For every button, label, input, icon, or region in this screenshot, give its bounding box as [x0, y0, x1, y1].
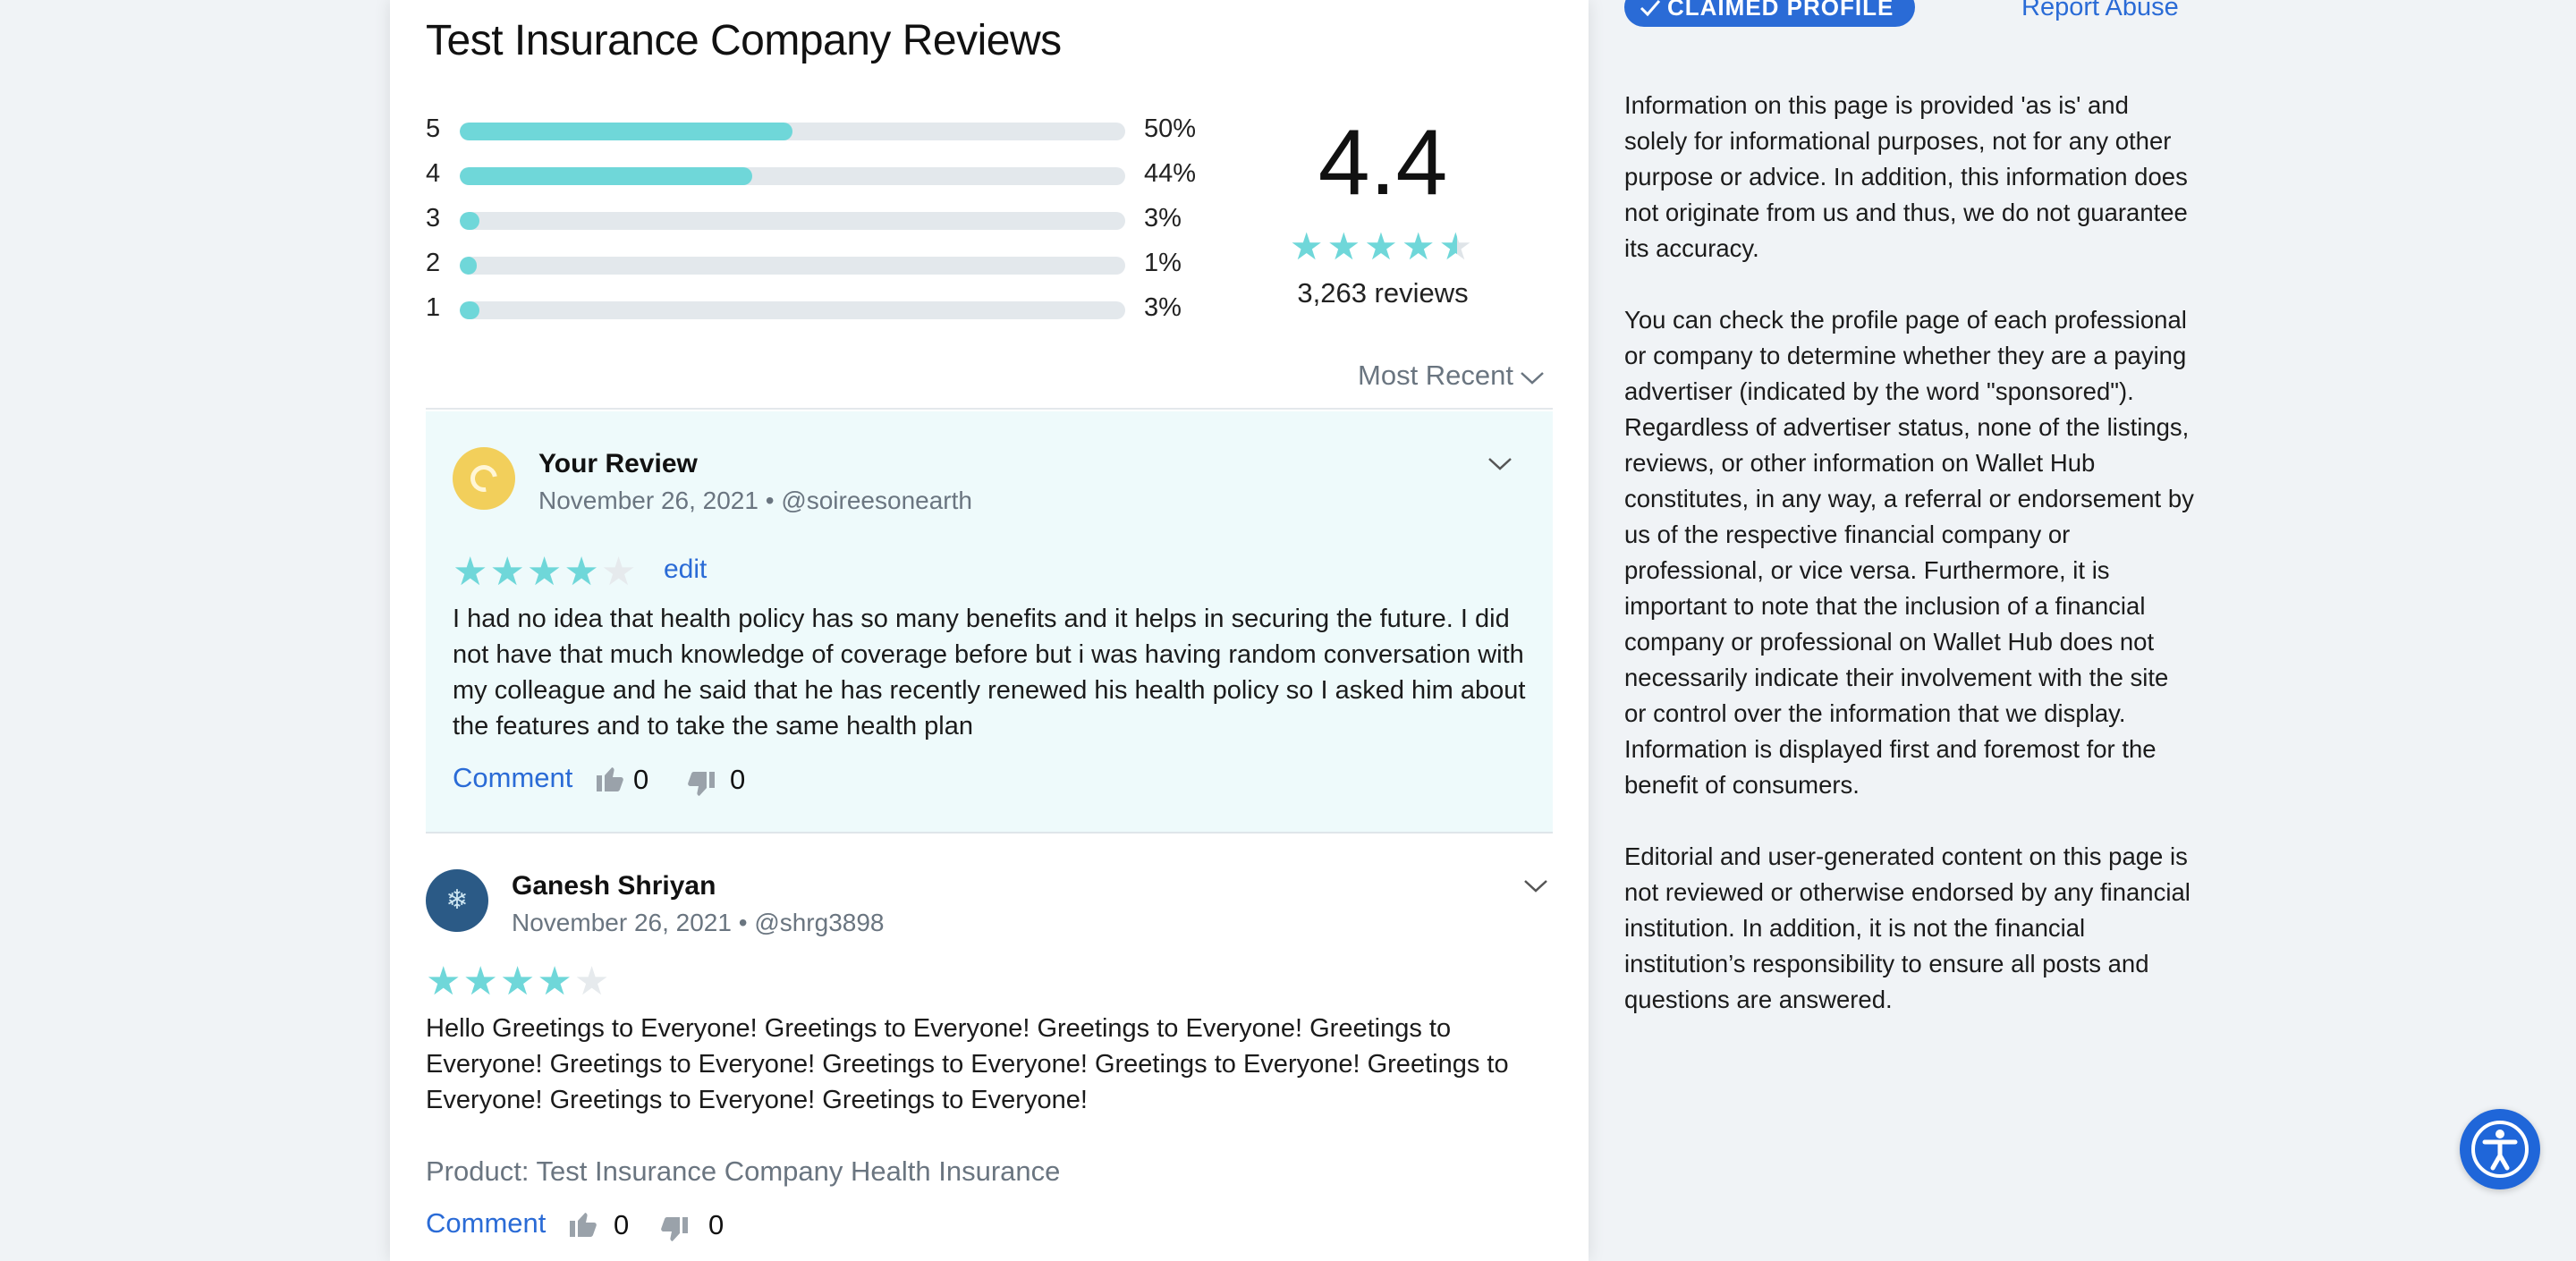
average-rating: 4.4	[1318, 111, 1448, 215]
rating-bar-fill	[460, 123, 792, 140]
thumbs-up-icon[interactable]	[594, 762, 626, 794]
review-product: Product: Test Insurance Company Health I…	[426, 1155, 1061, 1187]
star-icon: ★	[1289, 225, 1327, 267]
star-icon: ★	[462, 960, 500, 1003]
chevron-down-icon[interactable]	[1487, 451, 1513, 478]
rating-bar-percent: 44%	[1144, 159, 1197, 188]
star-icon: ★	[499, 960, 538, 1003]
sort-dropdown[interactable]: Most Recent	[1358, 360, 1546, 394]
chevron-down-icon	[1519, 361, 1546, 394]
divider	[426, 408, 1553, 410]
rating-bar-stars: 5	[426, 114, 441, 143]
likes-count: 0	[633, 764, 649, 795]
star-icon: ★	[573, 960, 612, 1003]
rating-bar-percent: 3%	[1144, 293, 1182, 322]
avatar	[426, 869, 488, 932]
chevron-down-icon[interactable]	[1522, 873, 1549, 900]
star-icon: ★	[564, 550, 601, 594]
rating-bar-track	[460, 167, 1125, 185]
review-date: November 26, 2021	[512, 909, 732, 936]
rating-bar-stars: 1	[426, 293, 441, 322]
rating-bar-track	[460, 257, 1125, 275]
comment-link[interactable]: Comment	[426, 1207, 546, 1239]
review-text: Hello Greetings to Everyone! Greetings t…	[426, 1014, 1509, 1114]
likes-count: 0	[614, 1209, 630, 1240]
accessibility-button[interactable]	[2460, 1109, 2540, 1189]
rating-bar-percent: 50%	[1144, 114, 1197, 143]
star-icon: ★	[537, 960, 574, 1003]
star-icon: ★	[600, 550, 639, 594]
rating-bar-fill	[460, 212, 480, 230]
report-abuse-link[interactable]: Report Abuse	[2021, 0, 2179, 22]
rating-bar-row[interactable]: 2 1%	[426, 245, 1213, 290]
rating-bar-row[interactable]: 3 3%	[426, 200, 1213, 245]
dislikes-count: 0	[730, 764, 746, 795]
reviewer-handle: @shrg3898	[754, 909, 885, 936]
review-actions: Comment	[426, 1207, 546, 1240]
rating-bar-stars: 4	[426, 159, 441, 188]
rating-bar-row[interactable]: 4 44%	[426, 156, 1213, 200]
disclaimer-paragraph: Information on this page is provided 'as…	[1624, 91, 2188, 262]
review-meta: November 26, 2021 • @soireesonearth	[538, 487, 972, 514]
star-icon: ★	[1326, 225, 1365, 267]
reviewer-name: Your Review	[538, 449, 698, 478]
thumbs-up-icon[interactable]	[567, 1207, 599, 1240]
rating-bar-fill	[460, 257, 477, 275]
avatar	[453, 447, 515, 510]
average-stars: ★★★★★	[1249, 227, 1517, 267]
badge-label: CLAIMED PROFILE	[1667, 0, 1894, 21]
rating-bar-stars: 3	[426, 204, 441, 233]
review-text: I had no idea that health policy has so …	[453, 605, 1526, 741]
review-actions: Comment	[453, 762, 572, 794]
star-icon: ★	[489, 550, 527, 594]
checkmark-icon	[1640, 0, 1661, 17]
rating-bar-stars: 2	[426, 249, 441, 277]
accessibility-icon	[2471, 1121, 2529, 1178]
reviews-card: Test Insurance Company Reviews 5 50% 4 4…	[390, 0, 1589, 1261]
rating-bar-track	[460, 301, 1125, 319]
rating-bar-fill	[460, 167, 753, 185]
review-stars: ★★★★★	[426, 962, 611, 1002]
rating-bar-percent: 1%	[1144, 249, 1182, 277]
comment-link[interactable]: Comment	[453, 762, 572, 793]
half-star-icon: ★	[1438, 225, 1477, 267]
rating-bar-row[interactable]: 1 3%	[426, 290, 1213, 334]
thumbs-down-icon[interactable]	[658, 1214, 691, 1247]
rating-summary: 4.4 ★★★★★ 3,263 reviews	[1249, 107, 1517, 309]
rating-bar-percent: 3%	[1144, 204, 1182, 233]
dislikes-count: 0	[708, 1209, 724, 1240]
rating-breakdown: 5 50% 4 44% 3 3% 2 1% 1 3%	[426, 111, 1213, 334]
page-title: Test Insurance Company Reviews	[426, 17, 1062, 64]
star-icon: ★	[526, 550, 564, 594]
review-meta: November 26, 2021 • @shrg3898	[512, 909, 885, 936]
disclaimer: Information on this page is provided 'as…	[1624, 88, 2197, 1054]
star-icon: ★	[426, 960, 463, 1003]
your-review: Your Review November 26, 2021 • @soirees…	[426, 411, 1553, 834]
thumbs-down-icon[interactable]	[685, 769, 717, 801]
rating-bar-track	[460, 123, 1125, 140]
edit-review-link[interactable]: edit	[664, 554, 707, 585]
star-icon: ★	[453, 550, 490, 594]
disclaimer-paragraph: You can check the profile page of each p…	[1624, 306, 2194, 799]
review-stars: ★★★★★	[453, 553, 638, 592]
total-reviews: 3,263 reviews	[1297, 277, 1469, 309]
star-icon: ★	[1364, 225, 1402, 267]
star-icon: ★	[1401, 225, 1439, 267]
review-date: November 26, 2021	[538, 487, 758, 514]
rating-bar-row[interactable]: 5 50%	[426, 111, 1213, 156]
rating-bar-track	[460, 212, 1125, 230]
reviewer-handle: @soireesonearth	[781, 487, 972, 514]
reviewer-name: Ganesh Shriyan	[512, 871, 716, 901]
disclaimer-paragraph: Editorial and user-generated content on …	[1624, 842, 2190, 1013]
sort-label: Most Recent	[1358, 360, 1514, 391]
rating-bar-fill	[460, 301, 480, 319]
claimed-profile-badge: CLAIMED PROFILE	[1624, 0, 1916, 27]
